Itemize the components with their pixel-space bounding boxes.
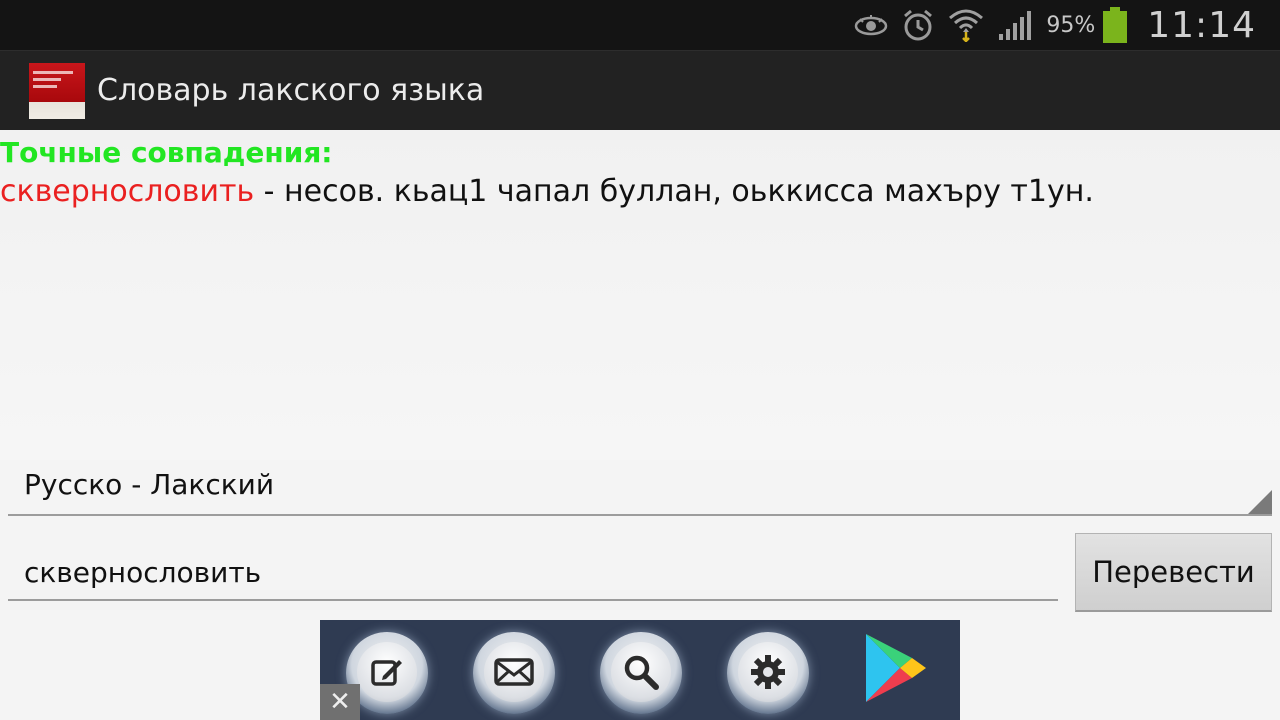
play-store-icon bbox=[862, 632, 928, 704]
ad-dock bbox=[320, 620, 960, 720]
action-bar: Словарь лакского языка bbox=[0, 50, 1280, 131]
dock-item-search[interactable] bbox=[596, 628, 686, 718]
result-entry: сквернословить - несов. кьац1 чапал булл… bbox=[0, 174, 1094, 209]
battery-icon bbox=[1103, 7, 1128, 43]
spinner-selected-value: Русско - Лакский bbox=[24, 468, 275, 501]
wifi-icon bbox=[948, 8, 984, 42]
clock: 11:14 bbox=[1147, 4, 1256, 46]
language-direction-spinner[interactable]: Русско - Лакский bbox=[8, 462, 1272, 516]
translate-button[interactable]: Перевести bbox=[1075, 533, 1272, 612]
results-area: Точные совпадения: сквернословить - несо… bbox=[0, 130, 1280, 460]
signal-icon bbox=[998, 10, 1032, 40]
word-input-container bbox=[8, 547, 1058, 601]
dock-item-play-store[interactable] bbox=[850, 628, 940, 718]
dictionary-app-icon[interactable] bbox=[29, 63, 85, 119]
app-title: Словарь лакского языка bbox=[97, 73, 485, 108]
battery-percent: 95% bbox=[1046, 12, 1096, 38]
gear-icon bbox=[738, 642, 798, 702]
result-word: сквернословить bbox=[0, 174, 255, 209]
ad-close-button[interactable]: ✕ bbox=[320, 684, 360, 720]
edit-icon bbox=[357, 642, 417, 702]
status-bar: 95% 11:14 bbox=[0, 0, 1280, 50]
word-input[interactable] bbox=[24, 549, 1044, 595]
exact-matches-header: Точные совпадения: bbox=[0, 136, 333, 169]
status-icons: 95% 11:14 bbox=[854, 0, 1256, 50]
alarm-icon bbox=[902, 8, 934, 42]
app-icon-decoration bbox=[33, 71, 73, 92]
dock-item-settings[interactable] bbox=[723, 628, 813, 718]
dock-item-mail[interactable] bbox=[469, 628, 559, 718]
result-definition: - несов. кьац1 чапал буллан, оьккисса ма… bbox=[254, 174, 1094, 209]
mail-icon bbox=[484, 642, 544, 702]
dropdown-arrow-icon bbox=[1248, 490, 1272, 514]
search-icon bbox=[611, 642, 671, 702]
eye-icon bbox=[854, 14, 888, 36]
